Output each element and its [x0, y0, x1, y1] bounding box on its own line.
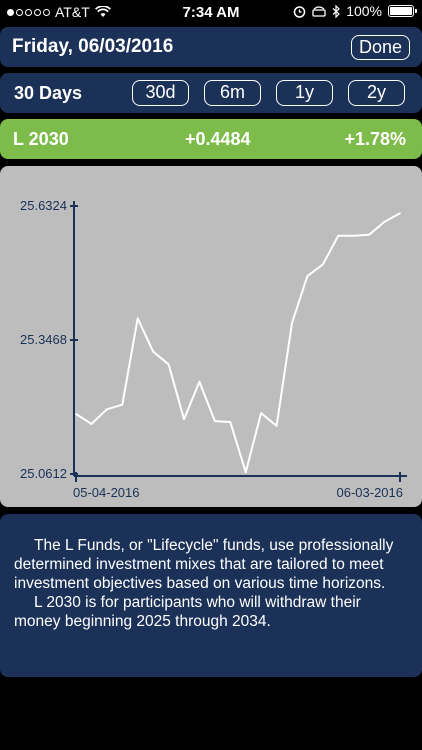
- data-point: [90, 423, 93, 425]
- data-point: [198, 380, 201, 383]
- series-line: [75, 212, 401, 474]
- bluetooth-icon: [332, 4, 341, 18]
- y-tick-label: 25.3468: [20, 332, 67, 347]
- data-point: [306, 275, 309, 277]
- data-point: [183, 418, 185, 420]
- data-point: [337, 234, 340, 237]
- data-point: [383, 220, 386, 223]
- range-button-2y[interactable]: 2y: [348, 80, 405, 106]
- status-bar: AT&T 7:34 AM 100%: [0, 0, 422, 26]
- data-point: [291, 322, 293, 324]
- range-button-6m[interactable]: 6m: [204, 80, 261, 106]
- x-tick-label: 06-03-2016: [337, 485, 404, 500]
- data-point: [152, 350, 154, 353]
- data-point: [106, 408, 108, 411]
- price-chart: 25.6324 25.3468 25.0612 05-04-2016 06-03-20…: [0, 166, 422, 507]
- data-point: [75, 413, 77, 415]
- status-right: 100%: [293, 3, 417, 19]
- done-button[interactable]: Done: [350, 34, 410, 60]
- x-tick-label: 05-04-2016: [73, 485, 140, 500]
- range-button-1y[interactable]: 1y: [276, 80, 333, 106]
- data-point: [244, 471, 247, 474]
- alarm-clock-icon: [293, 5, 306, 18]
- data-point: [260, 412, 262, 414]
- fund-summary-row: L 2030 +0.4484 +1.78%: [0, 119, 422, 159]
- data-point: [275, 424, 278, 427]
- battery-percent: 100%: [346, 3, 382, 19]
- range-button-30d[interactable]: 30d: [132, 80, 189, 106]
- description-paragraph-1: The L Funds, or "Lifecycle" funds, use p…: [14, 537, 394, 592]
- data-point: [399, 212, 401, 215]
- data-point: [368, 234, 370, 236]
- tty-icon: [312, 6, 326, 17]
- date-header: Friday, 06/03/2016 Done: [0, 27, 422, 67]
- data-point: [352, 234, 355, 237]
- battery-icon: [388, 5, 417, 17]
- price-chart-svg: 25.6324 25.3468 25.0612 05-04-2016 06-03-20…: [20, 198, 407, 500]
- data-point: [229, 421, 232, 423]
- y-tick-label: 25.0612: [20, 466, 67, 481]
- range-selector: 30 Days 30d 6m 1y 2y: [0, 73, 422, 113]
- data-point: [214, 420, 216, 422]
- data-point: [322, 263, 324, 266]
- data-point: [121, 403, 124, 406]
- fund-change: +0.4484: [185, 128, 251, 149]
- page-title: Friday, 06/03/2016: [12, 36, 174, 57]
- range-label: 30 Days: [14, 82, 83, 103]
- fund-name: L 2030: [13, 128, 69, 149]
- data-point: [136, 317, 139, 320]
- fund-percent-change: +1.78%: [344, 128, 406, 149]
- y-tick-label: 25.6324: [20, 198, 67, 213]
- fund-description: The L Funds, or "Lifecycle" funds, use p…: [0, 514, 422, 677]
- description-paragraph-2: L 2030 is for participants who will with…: [14, 594, 361, 630]
- data-point: [167, 363, 170, 366]
